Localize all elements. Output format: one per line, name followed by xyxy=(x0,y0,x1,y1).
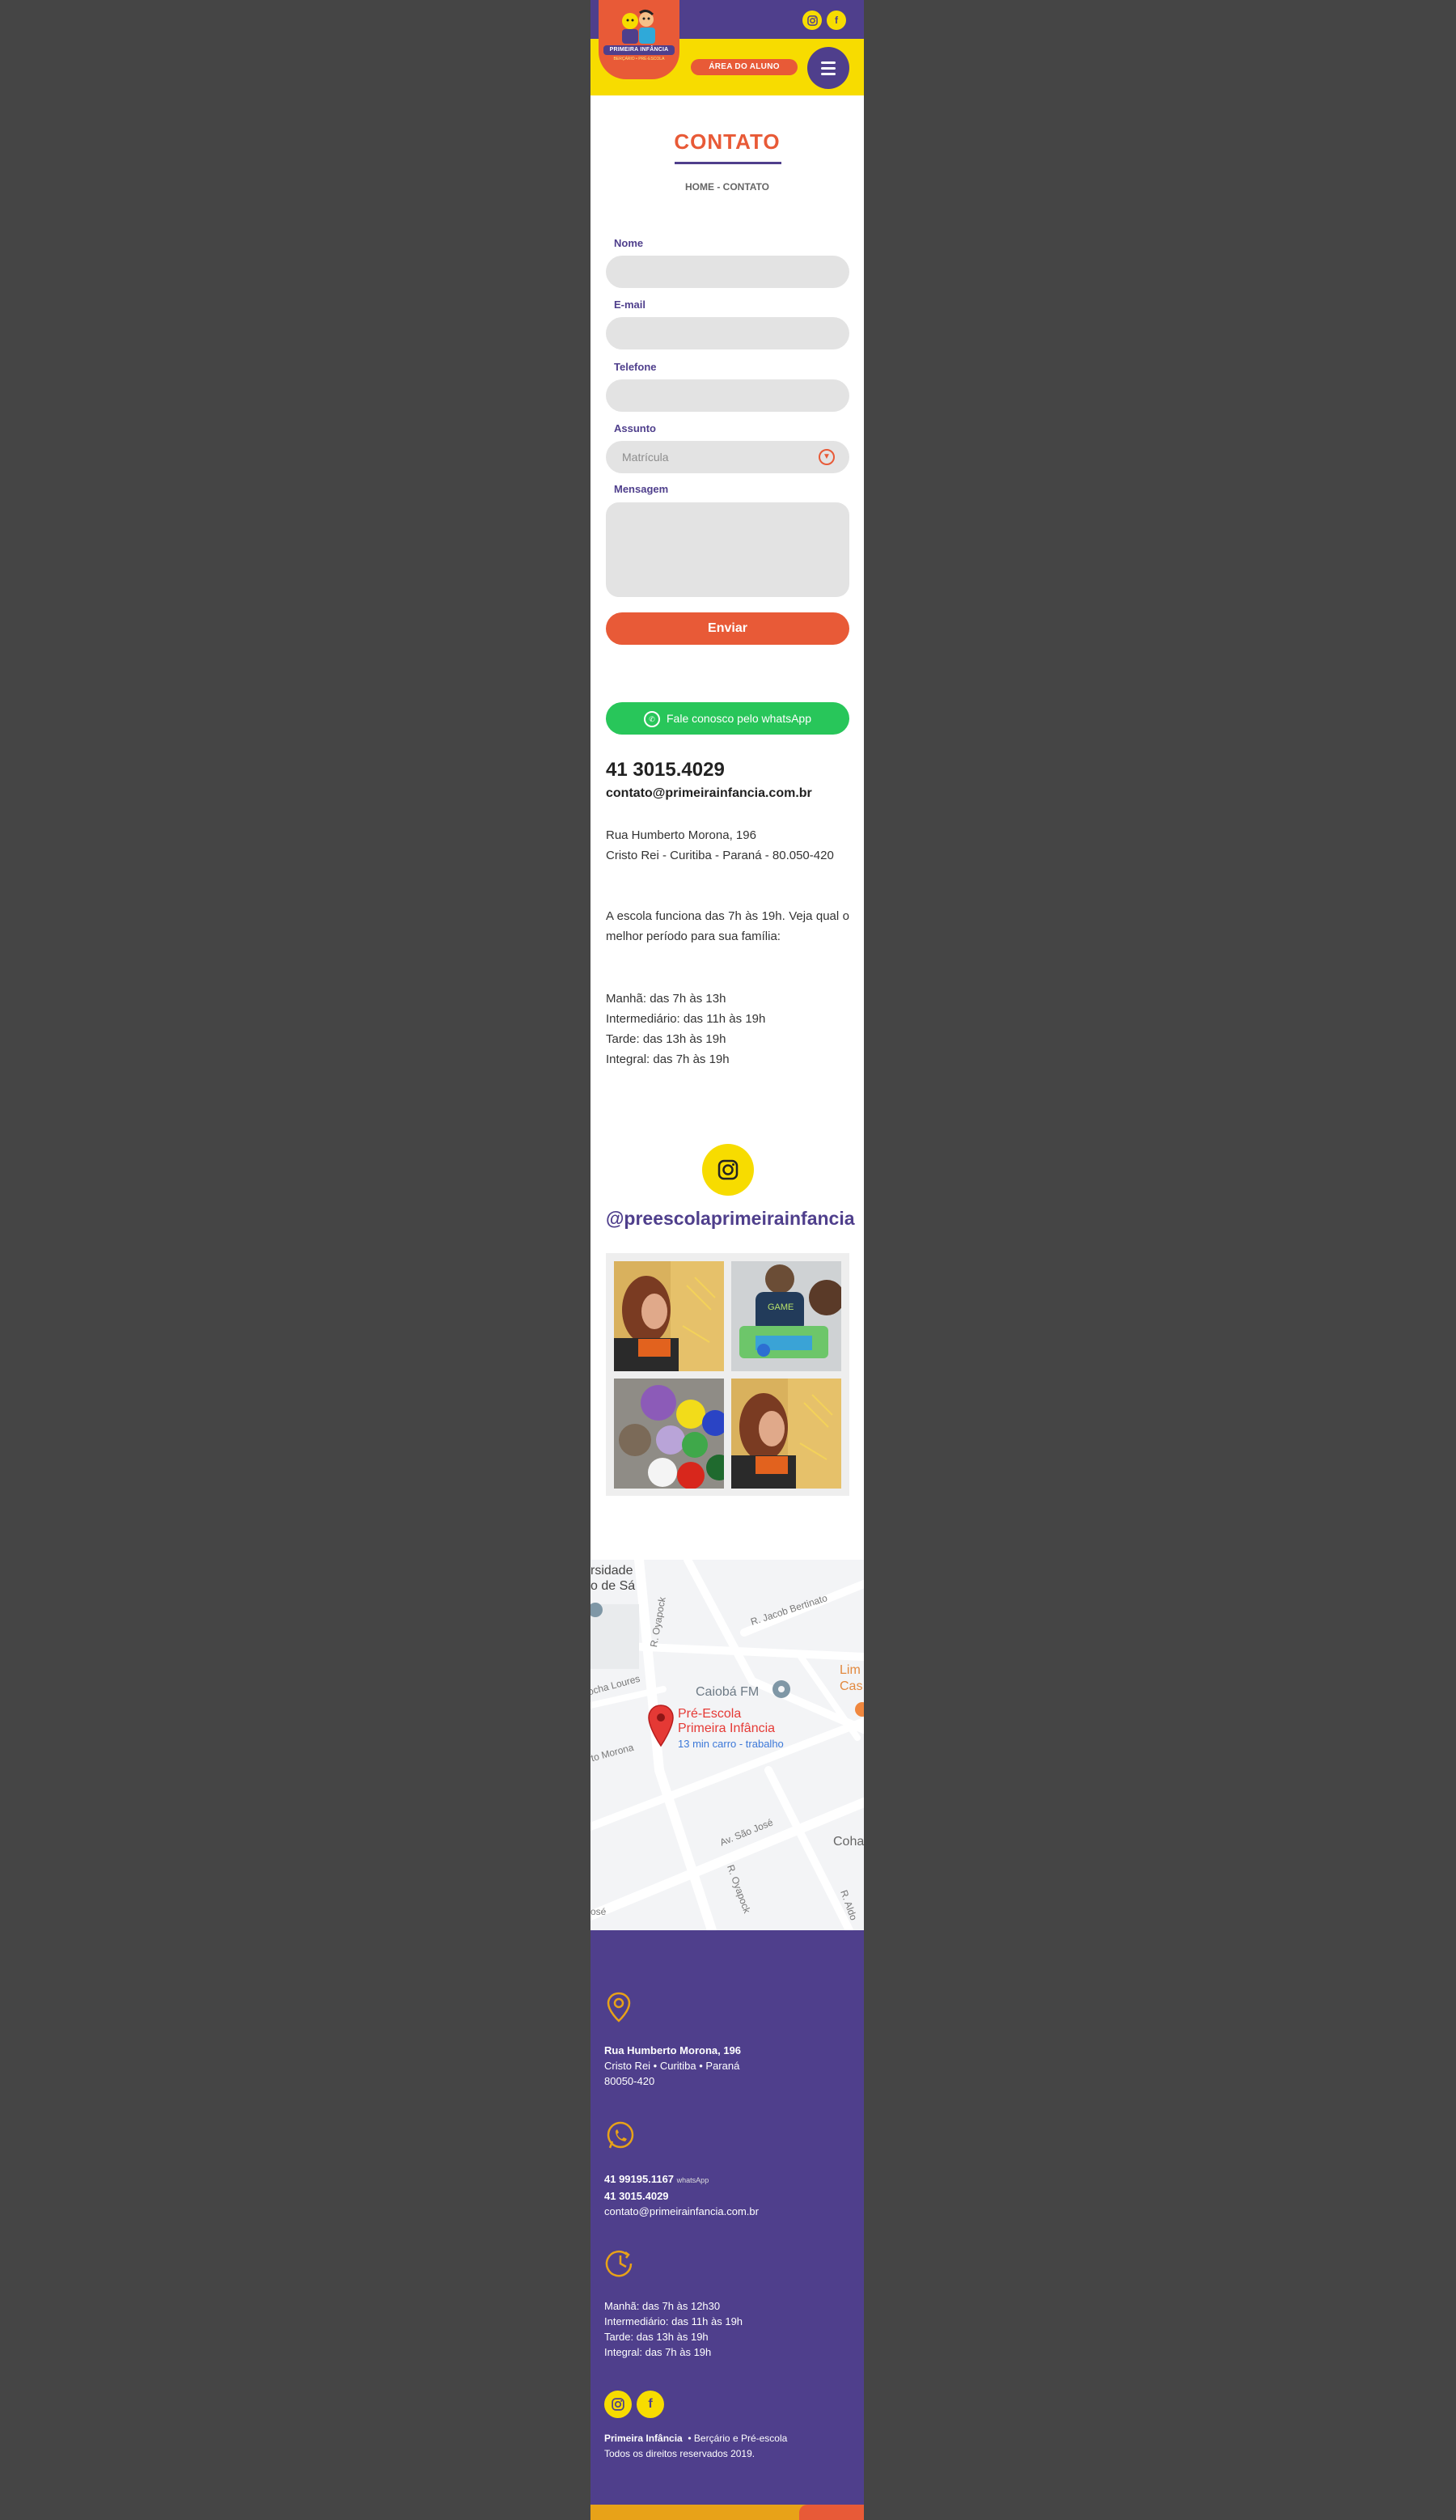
map-travel-time: 13 min carro - trabalho xyxy=(678,1738,784,1750)
whatsapp-button[interactable]: ✆ Fale conosco pelo whatsApp xyxy=(606,702,849,735)
menu-icon-line xyxy=(821,67,836,70)
location-pin-icon xyxy=(604,1990,637,2022)
instagram-photo[interactable] xyxy=(731,1379,841,1489)
instagram-photo[interactable] xyxy=(614,1379,724,1489)
contact-email[interactable]: contato@primeirainfancia.com.br xyxy=(606,786,812,801)
assunto-select[interactable]: Matrícula ▼ xyxy=(606,441,849,473)
telefone-label: Telefone xyxy=(614,361,657,373)
hours-item: Integral: das 7h às 19h xyxy=(606,1052,730,1066)
footer-address: Rua Humberto Morona, 196 Cristo Rei • Cu… xyxy=(604,2043,741,2089)
breadcrumb[interactable]: HOME - CONTATO xyxy=(590,181,864,193)
hours-item: Tarde: das 13h às 19h xyxy=(606,1032,726,1046)
mensagem-label: Mensagem xyxy=(614,483,669,495)
footer-whatsapp-number[interactable]: 41 99195.1167 xyxy=(604,2173,674,2185)
footer-contact: 41 99195.1167 whatsApp 41 3015.4029 cont… xyxy=(604,2171,759,2219)
whatsapp-icon: ✆ xyxy=(644,711,660,728)
map-label: osé xyxy=(590,1906,607,1917)
footer-copyright-text: Todos os direitos reservados 2019. xyxy=(604,2448,756,2459)
map-label: o de Sá xyxy=(590,1579,636,1593)
logo-name: PRIMEIRA INFÂNCIA xyxy=(603,45,675,55)
map-label: Coha xyxy=(833,1835,864,1849)
map-place-name[interactable]: Primeira Infância xyxy=(678,1722,775,1736)
facebook-icon[interactable]: f xyxy=(637,2391,664,2418)
footer-address-cep: 80050-420 xyxy=(604,2075,655,2087)
footer-brand: Primeira Infância xyxy=(604,2433,683,2444)
footer-hours-item: Tarde: das 13h às 19h xyxy=(604,2331,709,2343)
assunto-selected-value: Matrícula xyxy=(622,451,669,464)
footer-hours: Manhã: das 7h às 12h30 Intermediário: da… xyxy=(604,2298,743,2360)
facebook-icon[interactable]: f xyxy=(827,11,846,30)
hours-item: Intermediário: das 11h às 19h xyxy=(606,1012,766,1026)
hours-intro: A escola funciona das 7h às 19h. Veja qu… xyxy=(606,909,849,943)
map[interactable]: rsidade o de Sá R. Jacob Bertinato Caiob… xyxy=(590,1560,864,1930)
svg-text:GAME: GAME xyxy=(768,1302,794,1312)
footer-email[interactable]: contato@primeirainfancia.com.br xyxy=(604,2205,759,2217)
map-label: Caiobá FM xyxy=(696,1685,760,1699)
page-title: CONTATO xyxy=(674,129,781,154)
nome-label: Nome xyxy=(614,237,644,249)
map-label: Cas xyxy=(840,1679,863,1693)
instagram-icon[interactable] xyxy=(702,1144,754,1196)
title-underline xyxy=(675,162,781,164)
bottom-bar-accent xyxy=(799,2505,864,2520)
mensagem-textarea[interactable] xyxy=(606,502,849,597)
footer-hours-item: Manhã: das 7h às 12h30 xyxy=(604,2300,721,2312)
footer-hours-item: Integral: das 7h às 19h xyxy=(604,2346,712,2358)
map-place-name[interactable]: Pré-Escola xyxy=(678,1707,741,1722)
instagram-icon[interactable] xyxy=(802,11,822,30)
footer-copyright: Primeira Infância • Berçário e Pré-escol… xyxy=(604,2431,787,2462)
whatsapp-button-label: Fale conosco pelo whatsApp xyxy=(667,712,811,725)
footer-brand-desc: • Berçário e Pré-escola xyxy=(688,2433,788,2444)
assunto-label: Assunto xyxy=(614,422,656,434)
telefone-field[interactable] xyxy=(606,379,849,412)
hamburger-menu-button[interactable] xyxy=(807,47,849,89)
nome-field[interactable] xyxy=(606,256,849,288)
address-line-1: Rua Humberto Morona, 196 xyxy=(606,828,756,842)
instagram-photo[interactable]: GAME xyxy=(731,1261,841,1371)
footer-whatsapp-tag: whatsApp xyxy=(676,2176,709,2184)
address-line-2: Cristo Rei - Curitiba - Paraná - 80.050-… xyxy=(606,849,834,862)
contact-phone[interactable]: 41 3015.4029 xyxy=(606,759,725,781)
hours-item: Manhã: das 7h às 13h xyxy=(606,992,726,1006)
footer-hours-item: Intermediário: das 11h às 19h xyxy=(604,2315,743,2327)
instagram-photo[interactable] xyxy=(614,1261,724,1371)
logo[interactable]: PRIMEIRA INFÂNCIA BERÇÁRIO • PRÉ-ESCOLA xyxy=(599,0,679,79)
footer-address-city: Cristo Rei • Curitiba • Paraná xyxy=(604,2060,740,2072)
map-pin-icon[interactable] xyxy=(647,1704,675,1747)
instagram-icon[interactable] xyxy=(604,2391,632,2418)
whatsapp-icon xyxy=(604,2120,637,2152)
logo-subtitle: BERÇÁRIO • PRÉ-ESCOLA xyxy=(613,57,665,61)
instagram-feed: GAME xyxy=(606,1253,849,1496)
page: PRIMEIRA INFÂNCIA BERÇÁRIO • PRÉ-ESCOLA … xyxy=(590,0,864,2520)
map-label: Lim xyxy=(840,1663,861,1677)
area-do-aluno-button[interactable]: ÁREA DO ALUNO xyxy=(691,59,798,75)
footer-phone[interactable]: 41 3015.4029 xyxy=(604,2190,669,2202)
email-field[interactable] xyxy=(606,317,849,349)
enviar-button[interactable]: Enviar xyxy=(606,612,849,645)
clock-icon xyxy=(604,2247,637,2280)
menu-icon-line xyxy=(821,73,836,75)
chevron-down-icon: ▼ xyxy=(819,449,835,465)
email-label: E-mail xyxy=(614,299,646,311)
menu-icon-line xyxy=(821,61,836,64)
map-label: rsidade xyxy=(590,1564,633,1578)
instagram-handle[interactable]: @preescolaprimeirainfancia xyxy=(606,1208,855,1230)
logo-kids-icon xyxy=(614,8,664,49)
footer-address-street: Rua Humberto Morona, 196 xyxy=(604,2044,742,2056)
